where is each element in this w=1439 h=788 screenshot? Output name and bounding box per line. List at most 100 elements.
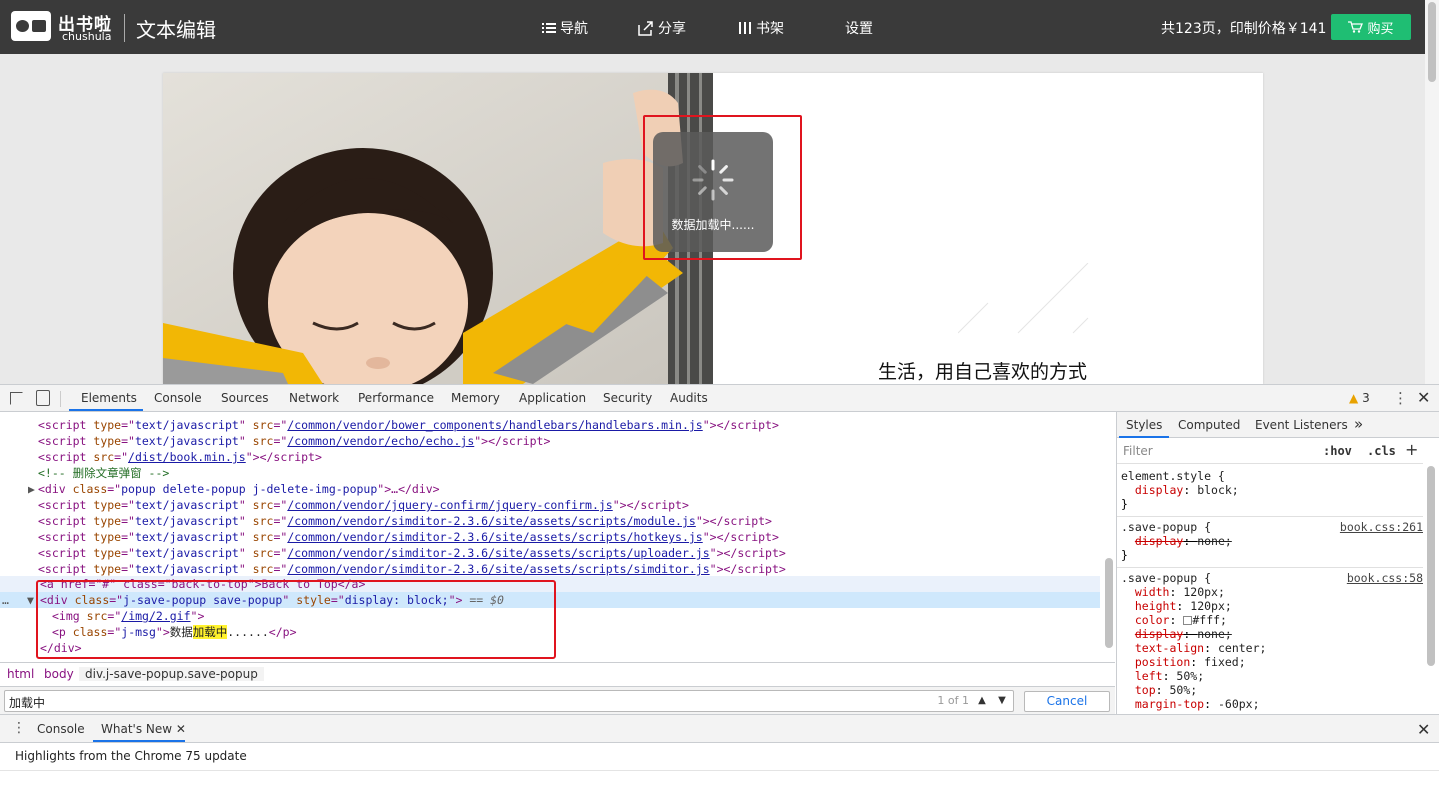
dom-node[interactable]: <!-- 删除文章弹窗 --> xyxy=(0,465,1100,481)
dom-node[interactable]: ▶ <div class="popup delete-popup j-delete… xyxy=(0,481,1100,497)
nav-item-share[interactable]: 分享 xyxy=(638,18,686,38)
tab-memory[interactable]: Memory xyxy=(451,391,500,405)
css-value[interactable]: 50%; xyxy=(1176,669,1204,683)
styles-scrollbar[interactable] xyxy=(1424,464,1438,714)
css-value[interactable]: none; xyxy=(1197,534,1232,548)
page-caption[interactable]: 生活，用自己喜欢的方式 xyxy=(878,357,1087,384)
attr-src[interactable]: /common/vendor/echo/echo.js xyxy=(287,434,474,448)
new-rule-icon[interactable]: + xyxy=(1405,440,1418,459)
tab-styles[interactable]: Styles xyxy=(1126,418,1162,432)
css-declaration[interactable]: width: 120px; xyxy=(1121,585,1225,599)
page-scrollbar[interactable] xyxy=(1425,0,1439,384)
attr-src[interactable]: /common/vendor/simditor-2.3.6/site/asset… xyxy=(287,530,702,544)
attr-src[interactable]: /common/vendor/simditor-2.3.6/site/asset… xyxy=(287,562,709,576)
rule-source-link[interactable]: book.css:58 xyxy=(1347,571,1423,585)
css-value[interactable]: #fff; xyxy=(1192,613,1227,627)
brand-logo-icon[interactable] xyxy=(11,11,51,41)
css-value[interactable]: 120px; xyxy=(1190,599,1232,613)
attr-src[interactable]: /dist/book.min.js xyxy=(128,450,246,464)
tab-audits[interactable]: Audits xyxy=(670,391,708,405)
dom-node[interactable]: <script src="/dist/book.min.js"></script… xyxy=(0,449,1100,465)
rule-save-popup-1[interactable]: .save-popup { display: none; } xyxy=(1121,520,1232,562)
close-drawer-icon[interactable]: ✕ xyxy=(1417,720,1430,739)
find-next-icon[interactable]: ▼ xyxy=(993,692,1011,710)
close-tab-icon[interactable]: ✕ xyxy=(176,722,186,736)
css-value[interactable]: block; xyxy=(1197,483,1239,497)
css-declaration[interactable]: left: 50%; xyxy=(1121,669,1204,683)
drawer-menu-icon[interactable]: ⋮ xyxy=(12,720,26,736)
crumb-html[interactable]: html xyxy=(7,667,34,681)
dom-node[interactable]: <script type="text/javascript" src="/com… xyxy=(0,561,1100,577)
scrollbar-thumb[interactable] xyxy=(1427,466,1435,666)
css-value[interactable]: center; xyxy=(1218,641,1266,655)
nav-item-bookshelf[interactable]: 书架 xyxy=(738,18,784,38)
find-prev-icon[interactable]: ▲ xyxy=(973,692,991,710)
css-prop[interactable]: margin-top xyxy=(1135,697,1204,711)
scrollbar-thumb[interactable] xyxy=(1428,2,1436,82)
css-declaration[interactable]: height: 120px; xyxy=(1121,599,1232,613)
rule-element-style[interactable]: element.style { display: block; } xyxy=(1121,469,1239,511)
attr-src[interactable]: /common/vendor/bower_components/handleba… xyxy=(287,418,702,432)
elements-scrollbar[interactable] xyxy=(1103,412,1115,662)
expand-arrow-icon[interactable]: ▶ xyxy=(28,481,35,497)
inspect-element-icon[interactable] xyxy=(10,392,23,405)
close-devtools-icon[interactable]: ✕ xyxy=(1417,388,1430,407)
css-prop[interactable]: position xyxy=(1135,655,1190,669)
hov-toggle[interactable]: :hov xyxy=(1323,444,1352,458)
nav-item-settings[interactable]: 设置 xyxy=(845,18,873,38)
css-prop[interactable]: left xyxy=(1135,669,1163,683)
cls-toggle[interactable]: .cls xyxy=(1367,444,1396,458)
css-value[interactable]: none; xyxy=(1197,627,1232,641)
css-prop[interactable]: display xyxy=(1135,627,1183,641)
attr-src[interactable]: /common/vendor/simditor-2.3.6/site/asset… xyxy=(287,514,696,528)
tab-elements[interactable]: Elements xyxy=(81,391,137,405)
drawer-tab-whats-new[interactable]: What's New ✕ xyxy=(101,722,186,736)
find-input[interactable]: 加载中 1 of 1 ▲ ▼ xyxy=(4,690,1014,712)
tab-security[interactable]: Security xyxy=(603,391,652,405)
device-toolbar-icon[interactable] xyxy=(36,390,50,406)
elements-tree[interactable]: <script type="text/javascript" src="/com… xyxy=(0,412,1115,662)
rule-save-popup-2[interactable]: .save-popup { xyxy=(1121,571,1211,585)
dom-node[interactable]: <script type="text/javascript" src="/com… xyxy=(0,513,1100,529)
tab-console[interactable]: Console xyxy=(154,391,202,405)
css-value[interactable]: -60px; xyxy=(1218,697,1260,711)
devtools-menu-icon[interactable]: ⋮ xyxy=(1393,389,1408,407)
tab-performance[interactable]: Performance xyxy=(358,391,434,405)
css-prop[interactable]: height xyxy=(1135,599,1177,613)
css-declaration[interactable]: text-align: center; xyxy=(1121,641,1267,655)
color-swatch-icon[interactable] xyxy=(1183,616,1193,625)
dom-node[interactable]: <script type="text/javascript" src="/com… xyxy=(0,497,1100,513)
css-value[interactable]: fixed; xyxy=(1204,655,1246,669)
find-cancel-button[interactable]: Cancel xyxy=(1024,691,1110,712)
css-prop[interactable]: top xyxy=(1135,683,1156,697)
css-declaration[interactable]: top: 50%; xyxy=(1121,683,1197,697)
dom-node[interactable]: <script type="text/javascript" src="/com… xyxy=(0,529,1100,545)
tab-sources[interactable]: Sources xyxy=(221,391,268,405)
scrollbar-thumb[interactable] xyxy=(1105,558,1113,648)
expand-arrow-icon[interactable]: ▼ xyxy=(27,592,34,608)
tab-event-listeners[interactable]: Event Listeners xyxy=(1255,418,1348,432)
attr-src[interactable]: /common/vendor/simditor-2.3.6/site/asset… xyxy=(287,546,709,560)
css-prop[interactable]: display xyxy=(1135,483,1183,497)
nav-item-navigation[interactable]: 导航 xyxy=(542,18,588,38)
crumb-body[interactable]: body xyxy=(44,667,74,681)
attr-src[interactable]: /common/vendor/jquery-confirm/jquery-con… xyxy=(287,498,612,512)
buy-button[interactable]: 购买 xyxy=(1331,14,1411,40)
tab-application[interactable]: Application xyxy=(519,391,586,405)
tab-network[interactable]: Network xyxy=(289,391,339,405)
more-tabs-icon[interactable]: » xyxy=(1354,415,1363,433)
filter-input[interactable]: Filter xyxy=(1123,444,1153,458)
warnings-counter[interactable]: ▲ 3 xyxy=(1349,391,1370,405)
css-prop[interactable]: width xyxy=(1135,585,1170,599)
rule-source-link[interactable]: book.css:261 xyxy=(1340,520,1423,534)
css-value[interactable]: 120px; xyxy=(1183,585,1225,599)
drawer-tab-console[interactable]: Console xyxy=(37,722,85,736)
page-photo[interactable] xyxy=(163,73,713,384)
css-declaration[interactable]: position: fixed; xyxy=(1121,655,1246,669)
dom-node[interactable]: <script type="text/javascript" src="/com… xyxy=(0,417,1100,433)
css-prop[interactable]: color xyxy=(1135,613,1170,627)
css-value[interactable]: 50%; xyxy=(1170,683,1198,697)
css-prop[interactable]: display xyxy=(1135,534,1183,548)
tab-computed[interactable]: Computed xyxy=(1178,418,1240,432)
dom-node[interactable]: <script type="text/javascript" src="/com… xyxy=(0,545,1100,561)
